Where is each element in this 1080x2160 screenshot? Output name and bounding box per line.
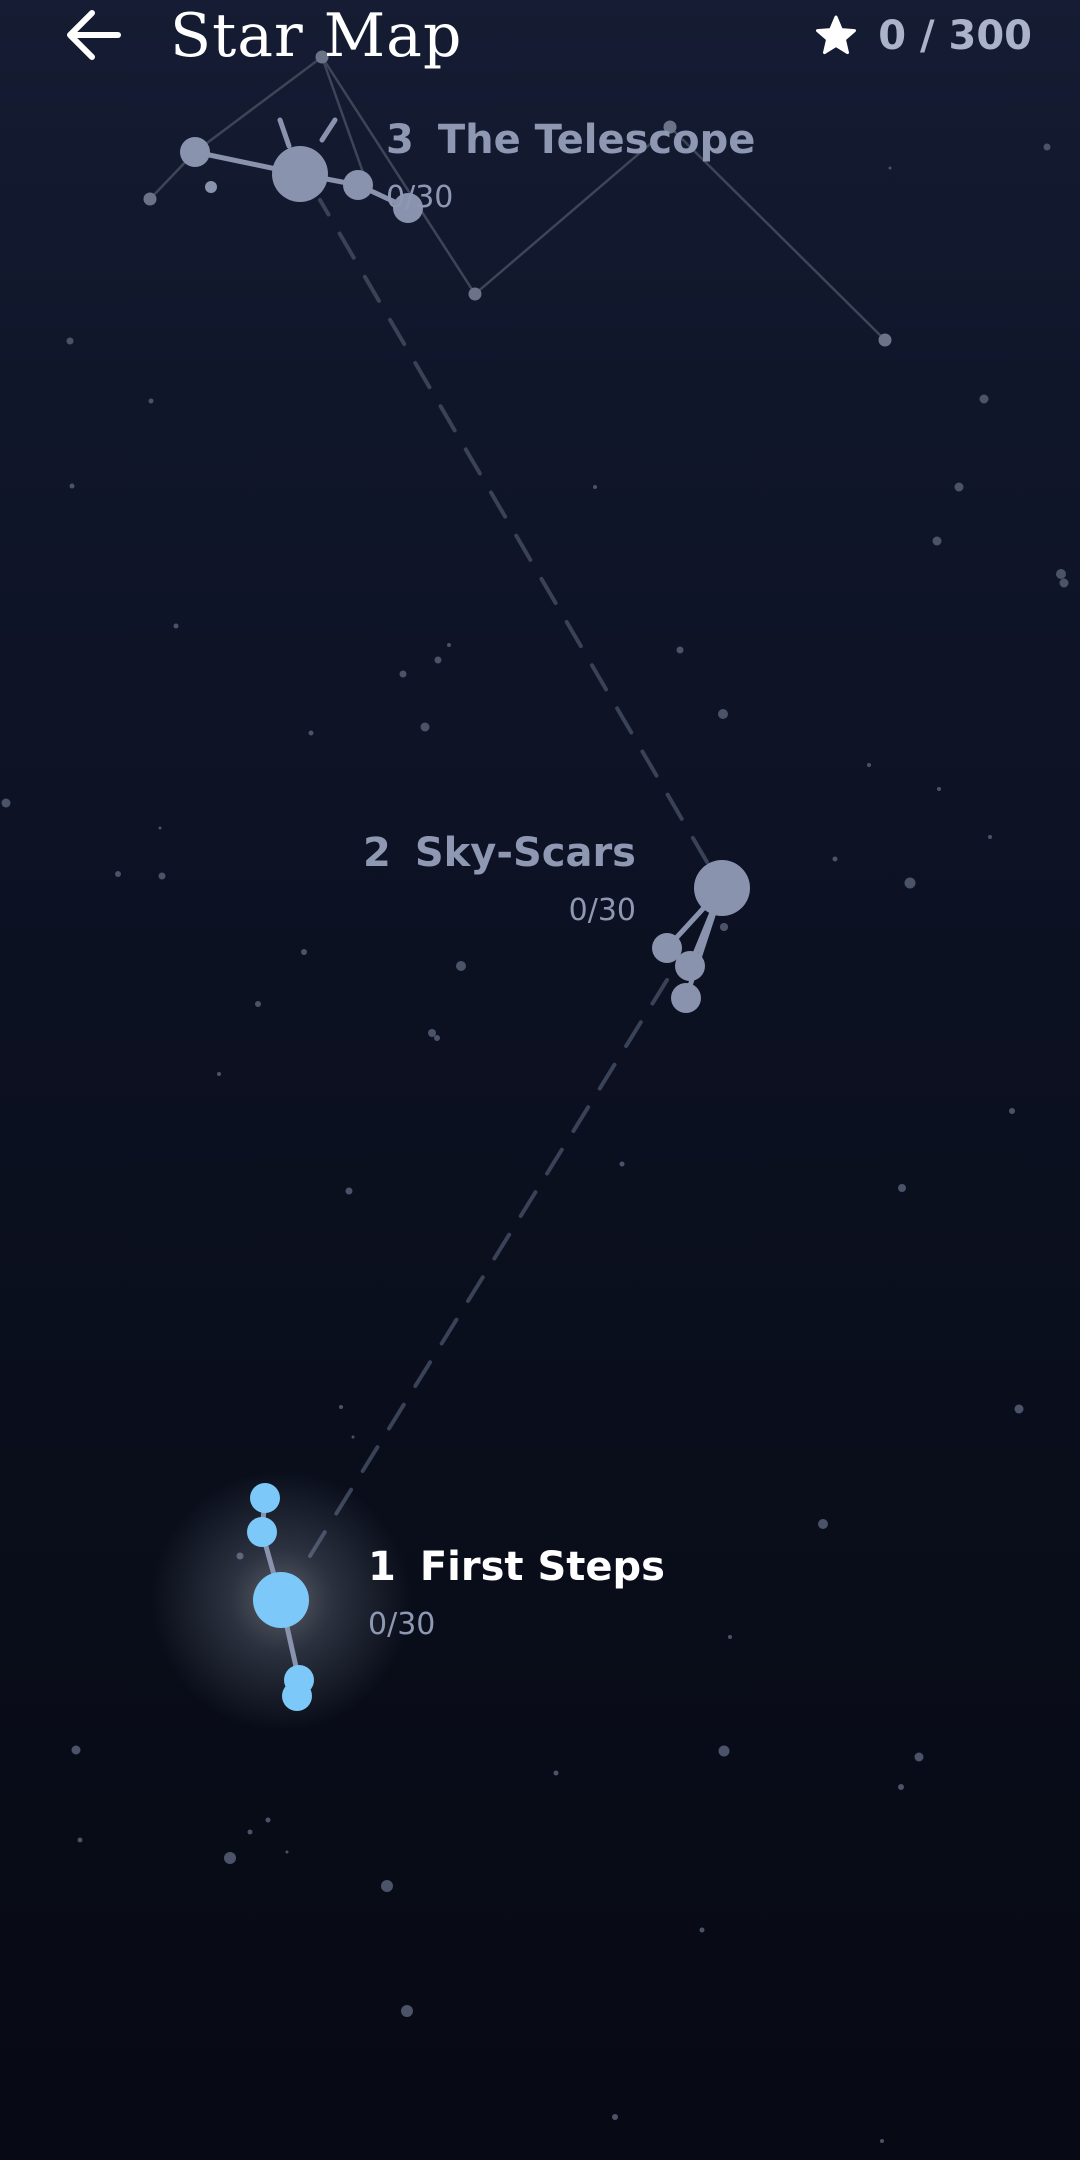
back-button[interactable] [62,6,132,66]
level-2-star [694,860,750,916]
stars-count: 0 / 300 [878,13,1032,59]
path-segment-2-to-3 [318,198,709,864]
page-title: Star Map [170,1,463,71]
level-title: 1 First Steps [368,1541,665,1593]
star-icon [816,15,857,55]
level-3-star [272,146,328,202]
level-progress: 0/30 [386,180,454,215]
level-label-the-telescope[interactable]: 3 The Telescope 0/30 [386,114,755,218]
level-title: 2 Sky-Scars [363,827,636,879]
level-number: 1 [368,1544,396,1590]
level-progress: 0/30 [368,1607,436,1642]
star-map-canvas [1,50,1069,2143]
level-number: 3 [386,117,414,163]
level-name: First Steps [419,1544,665,1590]
level-progress: 0/30 [568,893,636,928]
star-counter: 0 / 300 [814,8,1032,64]
level-title: 3 The Telescope [386,114,755,166]
level-name: Sky-Scars [414,830,636,876]
level-number: 2 [363,830,391,876]
background-stars [1,143,1069,2143]
level-label-sky-scars[interactable]: 2 Sky-Scars 0/30 [363,827,636,931]
level-name: The Telescope [437,117,756,163]
top-bar: Star Map 0 / 300 [0,0,1080,80]
path-segment-1-to-2 [308,978,669,1558]
arrow-left-icon [67,10,121,60]
constellation-sky-scars[interactable] [652,860,750,1013]
level-label-first-steps[interactable]: 1 First Steps 0/30 [368,1541,665,1645]
level-1-star [253,1572,309,1628]
